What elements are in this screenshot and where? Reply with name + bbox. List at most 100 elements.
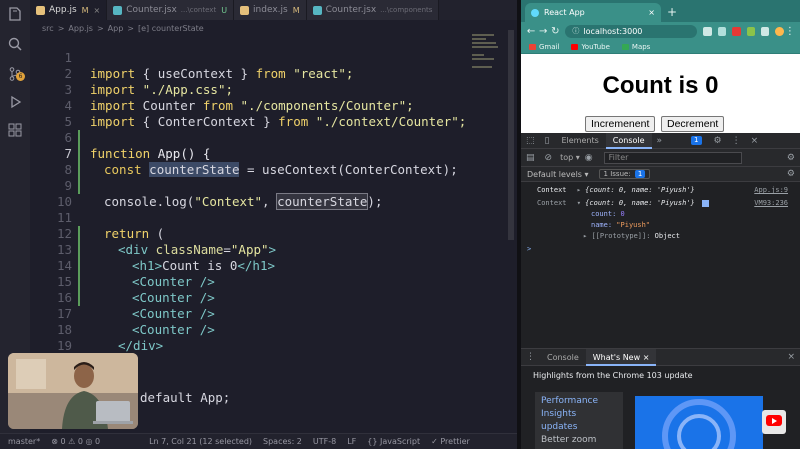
line-ending[interactable]: LF [347,437,356,446]
settings-gear-icon[interactable]: ⚙ [714,136,722,146]
tab-counter-jsx-components[interactable]: Counter.jsx ...\components [306,0,440,20]
bookmark-star-icon[interactable] [717,26,727,36]
console-prompt[interactable]: > [521,244,800,255]
tab-modified-mark: M [81,5,89,15]
breadcrumb-item[interactable]: App.js [68,24,93,33]
issues-button[interactable]: 1 Issue: 1 [598,169,651,179]
drawer-tab-console[interactable]: Console [540,349,586,366]
console-log-row[interactable]: Context ▾ {count: 0, name: 'Piyush'} VM9… [521,198,800,209]
cursor-position[interactable]: Ln 7, Col 21 (12 selected) [149,437,252,446]
menu-kebab-icon[interactable]: ⋮ [732,136,741,146]
profile-avatar[interactable] [775,26,784,36]
info-icon[interactable]: ⓘ [572,25,579,38]
breadcrumb-item[interactable]: src [42,24,54,33]
drawer-tab-whats-new[interactable]: What's New × [585,348,657,366]
extension-icon[interactable] [732,26,741,36]
device-toolbar-icon[interactable]: ▯ [545,136,550,146]
console-object-property[interactable]: ▸ [[Prototype]]: Object [521,231,800,242]
language-mode[interactable]: {} JavaScript [367,437,420,446]
decrement-button[interactable]: Decrement [661,116,725,132]
gmail-icon [529,43,536,50]
collapse-arrow-icon[interactable]: ▾ [577,199,581,207]
tab-index-js[interactable]: index.js M [234,0,307,20]
context-selector[interactable]: top ▾ [560,153,580,162]
explorer-icon[interactable] [7,6,23,22]
expand-arrow-icon[interactable]: ▸ [577,186,581,194]
whats-new-link[interactable]: Insights [541,408,617,421]
problems-counter[interactable]: ⊗ 0 ⚠ 0 ◎ 0 [51,437,100,446]
git-branch[interactable]: master* [8,437,40,446]
close-icon[interactable]: × [751,136,759,146]
eye-icon[interactable]: ◉ [585,153,593,163]
increment-button[interactable]: Incremenent [585,116,656,132]
menu-kebab-icon[interactable]: ⋮ [526,352,535,362]
issues-badge[interactable]: 1 [691,136,702,145]
extensions-puzzle-icon[interactable] [761,26,770,36]
reload-icon[interactable]: ↻ [549,26,561,37]
settings-gear-icon[interactable]: ⚙ [787,169,795,179]
close-drawer-icon[interactable]: × [787,352,795,362]
tab-counter-jsx-context[interactable]: Counter.jsx ...\context U [107,0,235,20]
search-icon[interactable] [7,36,23,52]
page-viewport: Count is 0 Incremenent Decrement [521,55,800,133]
code-editor[interactable]: 1 import { useContext } from "react"; 2 … [30,34,500,385]
menu-kebab-icon[interactable]: ⋮ [784,26,796,37]
console-filter-input[interactable]: Filter [603,151,742,164]
breadcrumb-separator: > [57,23,65,33]
inspect-element-icon[interactable]: ⬚ [526,136,535,146]
whats-new-link[interactable]: Performance [541,395,617,408]
drawer-tab-bar: ⋮ Console What's New × × [521,348,800,366]
editor-tab-bar: App.js M × Counter.jsx ...\context U ind… [30,0,517,20]
devtools-tab-elements[interactable]: Elements [554,133,605,149]
breadcrumb-item[interactable]: [e] counterState [138,24,204,33]
tab-label: Counter.jsx [325,5,377,15]
code-line: 18 </div> [30,306,500,353]
devtools-tab-console[interactable]: Console [605,132,652,149]
more-tabs-icon[interactable]: » [657,136,663,146]
minimap[interactable] [472,32,502,92]
console-settings-icon[interactable]: ⚙ [787,153,795,163]
encoding[interactable]: UTF-8 [313,437,336,446]
whats-new-link[interactable]: updates [541,421,617,434]
close-icon[interactable]: × [648,8,655,17]
whats-new-card[interactable]: Performance Insights updates Better zoom [535,392,623,449]
log-source-link[interactable]: App.js:9 [754,185,788,196]
bookmark-maps[interactable]: Maps [621,43,650,51]
code-line: 10 [30,178,500,209]
extensions-icon[interactable] [7,122,23,138]
breadcrumb-item[interactable]: App [108,24,124,33]
run-debug-icon[interactable] [7,94,23,110]
browser-tab[interactable]: React App × [525,3,661,22]
bookmark-gmail[interactable]: Gmail [529,43,559,51]
prettier-status[interactable]: ✓ Prettier [431,437,470,446]
address-bar[interactable]: ⓘ localhost:3000 [565,24,698,38]
log-text: Context [537,186,567,194]
back-icon[interactable]: ← [525,26,537,37]
bookmark-youtube[interactable]: YouTube [571,43,610,51]
editor-scrollbar[interactable] [508,30,514,240]
close-icon[interactable]: × [94,6,101,15]
browser-tab-strip: React App × + [521,0,800,22]
code-line: 3 import Counter from "./components/Coun… [30,66,500,113]
expand-arrow-icon[interactable]: ▸ [583,232,587,240]
tab-app-js[interactable]: App.js M × [30,0,108,20]
tab-label: App.js [49,5,77,15]
close-icon[interactable]: × [643,353,650,362]
log-source-link[interactable]: VM93:236 [754,198,788,209]
forward-icon[interactable]: → [537,26,549,37]
whats-new-link[interactable]: Better zoom [541,434,617,447]
extension-icon[interactable] [746,26,756,36]
url-text: localhost:3000 [583,26,643,36]
indentation[interactable]: Spaces: 2 [263,437,302,446]
property-value: "Piyush" [616,221,651,229]
console-output[interactable]: Context ▸ {count: 0, name: 'Piyush'} App… [521,182,800,348]
sidebar-toggle-icon[interactable]: ▤ [526,153,535,163]
breadcrumb-separator: > [127,23,134,33]
whats-new-banner-image[interactable] [635,396,763,449]
new-tab-button[interactable]: + [667,6,677,18]
clear-console-icon[interactable]: ⊘ [545,153,553,163]
console-log-row[interactable]: Context ▸ {count: 0, name: 'Piyush'} App… [521,185,800,196]
log-levels-dropdown[interactable]: Default levels ▾ [527,170,589,179]
share-icon[interactable] [703,26,712,36]
info-icon[interactable] [701,199,709,207]
